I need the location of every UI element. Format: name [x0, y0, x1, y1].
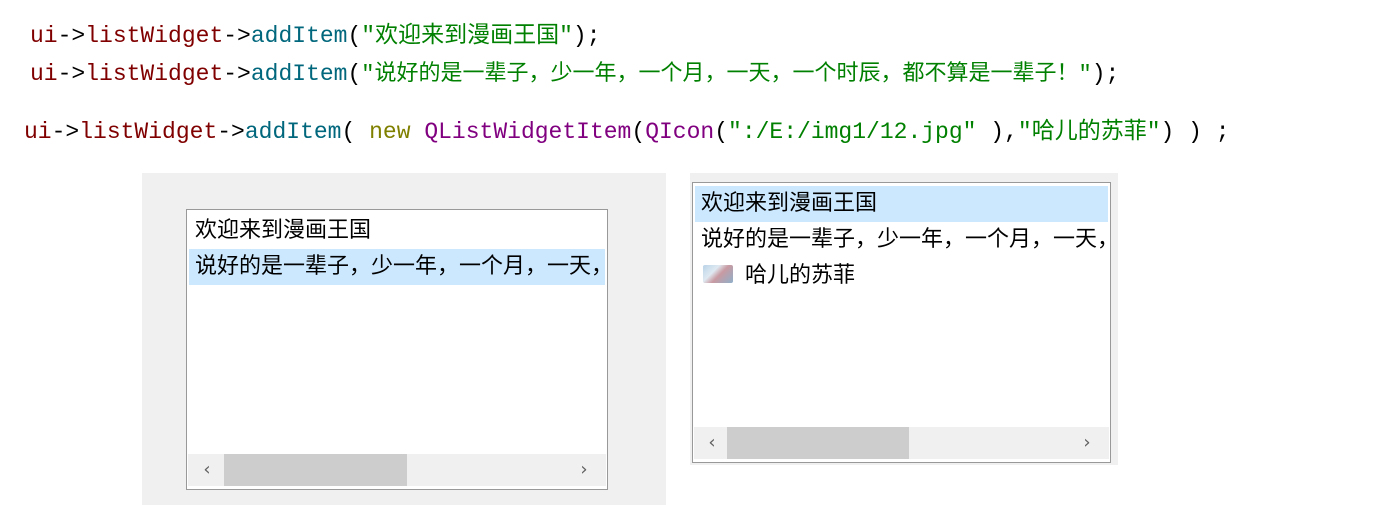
- list-item-label: 说好的是一辈子，少一年，一个月，一天，一个时辰，都不算是一辈子！: [701, 227, 1108, 252]
- code-token-separator: ),: [976, 119, 1018, 145]
- list-item-label: 哈儿的苏菲: [745, 263, 856, 288]
- scrollbar-thumb[interactable]: [727, 427, 909, 459]
- scroll-left-arrow-icon[interactable]: ‹: [698, 427, 726, 459]
- list-item-3[interactable]: 哈儿的苏菲: [695, 258, 1108, 294]
- scroll-right-arrow-icon[interactable]: ›: [1073, 427, 1101, 459]
- list-item-label: 说好的是一辈子，少一年，一个月，一天，一个时辰，都不算是一辈子！: [195, 254, 605, 279]
- code-token-close: );: [1091, 61, 1120, 87]
- code-token-paren: (: [347, 23, 362, 49]
- code-token-paren: (: [714, 119, 729, 145]
- scroll-left-arrow-icon[interactable]: ‹: [193, 454, 221, 486]
- code-token-type-qicon: QIcon: [645, 119, 715, 145]
- code-line-1: ui->listWidget->addItem("欢迎来到漫画王国");: [30, 21, 601, 51]
- code-token-member: listWidget: [85, 61, 224, 87]
- code-token-member: listWidget: [79, 119, 218, 145]
- code-token-object: ui: [30, 61, 58, 87]
- code-token-string: "说好的是一辈子，少一年，一个月，一天，一个时辰，都不算是一辈子！": [361, 62, 1092, 87]
- code-token-member: listWidget: [85, 23, 224, 49]
- code-token-paren: (: [347, 61, 362, 87]
- horizontal-scrollbar[interactable]: ‹ ›: [694, 427, 1109, 459]
- list-item-2[interactable]: 说好的是一辈子，少一年，一个月，一天，一个时辰，都不算是一辈子！: [189, 249, 605, 285]
- list-item-label: 欢迎来到漫画王国: [701, 191, 878, 216]
- list-widget-right[interactable]: 欢迎来到漫画王国 说好的是一辈子，少一年，一个月，一天，一个时辰，都不算是一辈子…: [692, 182, 1111, 463]
- code-token-method: addItem: [250, 61, 348, 87]
- code-token-arrow: ->: [223, 61, 251, 87]
- code-token-keyword-new: new: [369, 119, 411, 145]
- code-token-method: addItem: [244, 119, 342, 145]
- code-line-3: ui->listWidget->addItem( new QListWidget…: [24, 117, 1230, 147]
- code-token-object: ui: [24, 119, 52, 145]
- code-token-object: ui: [30, 23, 58, 49]
- code-token-arrow: ->: [51, 119, 80, 145]
- code-token-method: addItem: [250, 23, 348, 49]
- code-token-path-string: ":/E:/img1/12.jpg": [728, 119, 977, 145]
- code-token-paren: (: [631, 119, 646, 145]
- scroll-right-arrow-icon[interactable]: ›: [570, 454, 598, 486]
- code-token-arrow: ->: [57, 61, 86, 87]
- code-token-string: "欢迎来到漫画王国": [361, 23, 573, 49]
- code-token-paren: (: [341, 119, 370, 145]
- code-token-close: );: [572, 23, 601, 49]
- list-item-2[interactable]: 说好的是一辈子，少一年，一个月，一天，一个时辰，都不算是一辈子！: [695, 222, 1108, 258]
- code-token-type-qlistwidgetitem: QListWidgetItem: [424, 119, 632, 145]
- code-token-arrow: ->: [57, 23, 86, 49]
- code-token-arrow: ->: [217, 119, 245, 145]
- code-line-2: ui->listWidget->addItem("说好的是一辈子，少一年，一个月…: [30, 59, 1119, 90]
- scrollbar-thumb[interactable]: [224, 454, 407, 486]
- code-token-text-string: "哈儿的苏菲": [1017, 119, 1161, 145]
- list-item-1[interactable]: 欢迎来到漫画王国: [695, 186, 1108, 222]
- list-item-1[interactable]: 欢迎来到漫画王国: [189, 213, 605, 249]
- code-token-close: ) ) ;: [1160, 119, 1230, 145]
- horizontal-scrollbar[interactable]: ‹ ›: [188, 454, 606, 486]
- code-token-arrow: ->: [223, 23, 251, 49]
- image-thumbnail-icon: [703, 265, 733, 283]
- list-widget-left[interactable]: 欢迎来到漫画王国 说好的是一辈子，少一年，一个月，一天，一个时辰，都不算是一辈子…: [186, 209, 608, 490]
- list-item-label: 欢迎来到漫画王国: [195, 218, 372, 243]
